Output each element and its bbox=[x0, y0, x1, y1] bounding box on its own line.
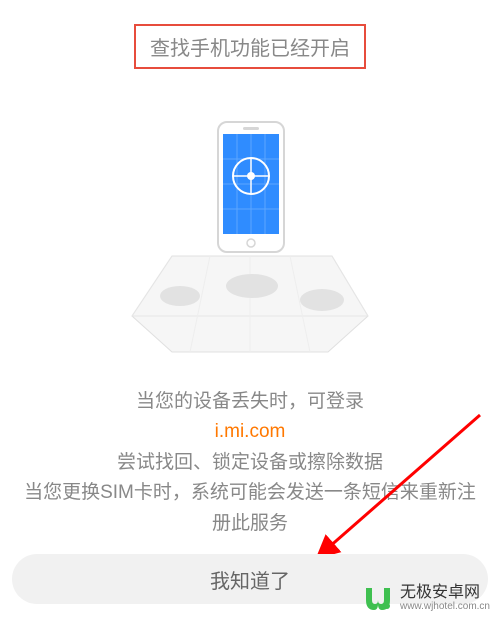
confirm-button[interactable]: 我知道了 bbox=[12, 554, 488, 604]
service-link[interactable]: i.mi.com bbox=[18, 417, 482, 447]
phone-map-illustration bbox=[0, 99, 500, 369]
desc-line-2: 尝试找回、锁定设备或擦除数据 bbox=[18, 448, 482, 478]
desc-line-1: 当您的设备丢失时，可登录 bbox=[18, 387, 482, 417]
title-text: 查找手机功能已经开启 bbox=[150, 38, 350, 60]
page-title: 查找手机功能已经开启 bbox=[134, 24, 366, 69]
confirm-button-label: 我知道了 bbox=[210, 571, 290, 593]
description-text: 当您的设备丢失时，可登录 i.mi.com 尝试找回、锁定设备或擦除数据 当您更… bbox=[0, 369, 500, 539]
desc-line-3: 当您更换SIM卡时，系统可能会发送一条短信来重新注册此服务 bbox=[18, 478, 482, 539]
